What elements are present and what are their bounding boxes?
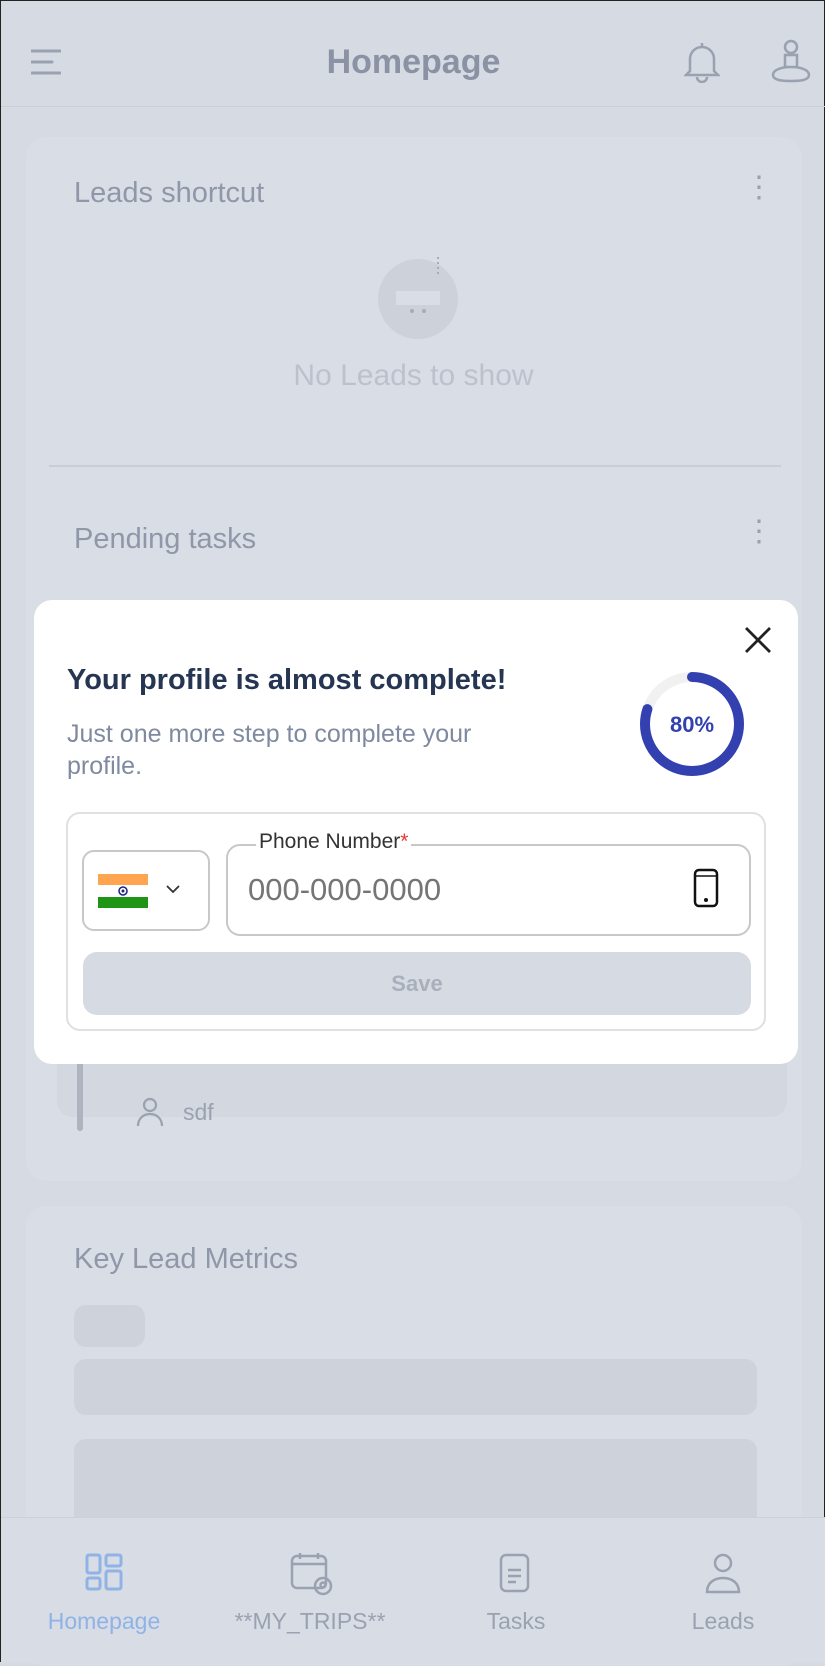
modal-title: Your profile is almost complete! <box>67 664 507 696</box>
app-header: Homepage <box>1 1 825 107</box>
document-icon <box>499 1553 530 1593</box>
phone-form: Phone Number* Save <box>66 812 766 1031</box>
empty-box-icon <box>378 257 458 339</box>
task-assignee: sdf <box>183 1099 214 1125</box>
skeleton-loader <box>74 1359 757 1415</box>
progress-label: 80% <box>670 712 714 737</box>
required-mark: * <box>400 830 409 853</box>
leads-shortcut-title: Leads shortcut <box>74 177 265 209</box>
mobile-phone-icon <box>693 868 719 908</box>
nav-my-trips[interactable]: **MY_TRIPS** <box>207 1518 413 1664</box>
bell-icon[interactable] <box>684 41 720 83</box>
empty-state-text: No Leads to show <box>293 359 534 392</box>
task-accent-bar <box>77 1061 83 1131</box>
profile-completion-modal: Your profile is almost complete! Just on… <box>34 600 798 1064</box>
key-metrics-title: Key Lead Metrics <box>74 1243 299 1275</box>
save-button[interactable]: Save <box>83 952 751 1015</box>
divider <box>49 465 781 467</box>
country-select[interactable] <box>82 850 210 931</box>
user-location-icon[interactable] <box>771 39 811 85</box>
modal-subtitle: Just one more step to complete your prof… <box>67 720 472 780</box>
phone-number-input[interactable] <box>248 872 648 908</box>
pending-tasks-title: Pending tasks <box>74 523 257 555</box>
user-icon <box>136 1097 164 1127</box>
phone-label: Phone Number <box>259 830 401 853</box>
bottom-nav: Homepage **MY_TRIPS** Tasks Leads <box>1 1517 825 1663</box>
chevron-down-icon <box>166 885 180 894</box>
kebab-menu-icon[interactable]: ⋮ <box>744 173 774 203</box>
user-icon <box>705 1553 741 1594</box>
skeleton-loader <box>74 1305 145 1347</box>
dashboard-icon <box>85 1553 123 1591</box>
india-flag-icon <box>98 874 148 908</box>
nav-leads[interactable]: Leads <box>620 1518 825 1664</box>
phone-number-field: Phone Number* <box>226 830 751 936</box>
kebab-menu-icon[interactable]: ⋮ <box>744 517 774 547</box>
progress-ring: 80% <box>640 672 744 776</box>
close-icon[interactable] <box>744 626 772 654</box>
calendar-location-icon <box>290 1553 333 1596</box>
nav-tasks[interactable]: Tasks <box>413 1518 619 1664</box>
nav-homepage[interactable]: Homepage <box>1 1518 207 1664</box>
